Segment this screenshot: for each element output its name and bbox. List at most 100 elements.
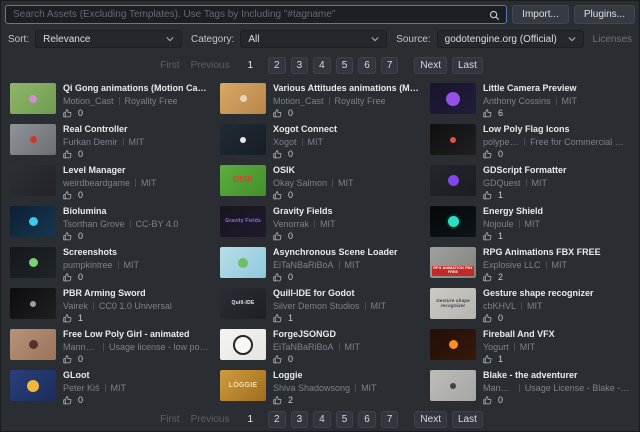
sort-dropdown[interactable]: Relevance [35,30,182,48]
asset-card[interactable]: Quill-IDE Quill-IDE for Godot Silver Dem… [220,287,420,324]
asset-thumbnail[interactable] [10,83,56,114]
asset-meta: Gesture shape recognizer cbKHVL MIT 0 [483,287,594,324]
asset-card[interactable]: Xogot Connect Xogot MIT 0 [220,123,420,160]
asset-card[interactable]: Gesture shape recognizer Gesture shape r… [430,287,630,324]
asset-card[interactable]: Screenshots pumpkintree MIT 0 [10,246,210,283]
search-box[interactable] [5,5,507,24]
asset-title[interactable]: Little Camera Preview [483,83,577,93]
asset-card[interactable]: OSIK OSIK Okay Salmon MIT 0 [220,164,420,201]
pagination-page-button[interactable]: 3 [291,57,309,74]
pagination-page-button[interactable]: 4 [313,411,331,428]
pagination-next-button[interactable]: Next [414,57,447,74]
asset-title[interactable]: OSIK [273,165,354,175]
asset-title[interactable]: Energy Shield [483,206,543,216]
asset-card[interactable]: Free Low Poly Girl - animated Manneko Us… [10,328,210,365]
asset-card[interactable]: Level Manager weirdbeardgame MIT 0 [10,164,210,201]
pagination-page-button[interactable]: 7 [381,411,399,428]
asset-title[interactable]: GDScript Formatter [483,165,567,175]
asset-thumbnail[interactable] [430,370,476,401]
asset-thumbnail[interactable] [430,165,476,196]
asset-thumbnail[interactable] [10,206,56,237]
asset-thumbnail[interactable] [10,288,56,319]
asset-thumbnail[interactable] [10,370,56,401]
pagination-page-button[interactable]: 7 [381,57,399,74]
search-input[interactable] [6,9,506,20]
pagination-page-button[interactable]: 6 [358,57,376,74]
search-icon[interactable] [489,10,500,21]
asset-card[interactable]: Various Attitudes animations (Motion Cas… [220,82,420,119]
asset-title[interactable]: Xogot Connect [273,124,337,134]
asset-title[interactable]: Fireball And VFX [483,329,555,339]
asset-card[interactable]: LÖGGIE Loggie Shiva Shadowsong MIT 2 [220,369,420,406]
asset-card[interactable]: RPG ANIMATION FBX FREE RPG Animations FB… [430,246,630,283]
asset-thumbnail[interactable] [430,124,476,155]
asset-title[interactable]: PBR Arming Sword [63,288,172,298]
licenses-link[interactable]: Licenses [590,34,635,45]
asset-title[interactable]: Free Low Poly Girl - animated [63,329,210,339]
asset-card[interactable]: Real Controller Furkan Demir MIT 0 [10,123,210,160]
asset-thumbnail[interactable] [220,329,266,360]
asset-card[interactable]: Blake - the adventurer Manneko Usage Lic… [430,369,630,406]
asset-thumbnail[interactable] [10,247,56,278]
asset-card[interactable]: Fireball And VFX Yogurt MIT 1 [430,328,630,365]
asset-title[interactable]: Biolumina [63,206,178,216]
asset-title[interactable]: RPG Animations FBX FREE [483,247,601,257]
asset-title[interactable]: Various Attitudes animations (Motion Cas… [273,83,420,93]
pagination-last-button[interactable]: Last [452,57,483,74]
asset-thumbnail[interactable]: OSIK [220,165,266,196]
asset-card[interactable]: PBR Arming Sword Vairek CC0 1.0 Universa… [10,287,210,324]
asset-thumbnail[interactable]: RPG ANIMATION FBX FREE [430,247,476,278]
asset-title[interactable]: Gesture shape recognizer [483,288,594,298]
asset-title[interactable]: Level Manager [63,165,157,175]
plugins-button[interactable]: Plugins... [574,5,635,24]
asset-card[interactable]: Energy Shield Nojoule MIT 1 [430,205,630,242]
pagination-page-button[interactable]: 5 [336,57,354,74]
pagination-page-button[interactable]: 5 [336,411,354,428]
pagination-last-button[interactable]: Last [452,411,483,428]
asset-card[interactable]: Asynchronous Scene Loader EiTaNBaRiBoA M… [220,246,420,283]
asset-title[interactable]: Qi Gong animations (Motion Cast - FREE02… [63,83,210,93]
asset-title[interactable]: Loggie [273,370,377,380]
asset-card[interactable]: GLoot Peter Kiš MIT 0 [10,369,210,406]
asset-thumbnail[interactable] [10,165,56,196]
asset-thumbnail[interactable]: LÖGGIE [220,370,266,401]
asset-title[interactable]: Real Controller [63,124,144,134]
asset-thumbnail[interactable] [430,206,476,237]
pagination-page-button[interactable]: 2 [268,411,286,428]
asset-thumbnail[interactable] [430,329,476,360]
category-dropdown[interactable]: All [240,30,387,48]
asset-card[interactable]: ForgeJSONGD EiTaNBaRiBoA MIT 0 [220,328,420,365]
asset-card[interactable]: Biolumina Tsorthan Grove CC-BY 4.0 0 [10,205,210,242]
asset-thumbnail[interactable]: Quill-IDE [220,288,266,319]
asset-thumbnail[interactable] [430,83,476,114]
asset-title[interactable]: Screenshots [63,247,139,257]
asset-thumbnail[interactable] [220,247,266,278]
asset-title[interactable]: Asynchronous Scene Loader [273,247,398,257]
author-license-divider [123,138,124,146]
asset-license: MIT [124,260,140,270]
asset-thumbnail[interactable] [220,83,266,114]
pagination-page-button[interactable]: 3 [291,411,309,428]
asset-thumbnail[interactable]: Gravity Fields [220,206,266,237]
asset-card[interactable]: GDScript Formatter GDQuest MIT 1 [430,164,630,201]
asset-title[interactable]: Gravity Fields [273,206,336,216]
asset-card[interactable]: Qi Gong animations (Motion Cast - FREE02… [10,82,210,119]
pagination-page-button[interactable]: 2 [268,57,286,74]
pagination-page-button[interactable]: 4 [313,57,331,74]
asset-thumbnail[interactable] [220,124,266,155]
asset-card[interactable]: Little Camera Preview Anthony Cossins MI… [430,82,630,119]
asset-title[interactable]: GLoot [63,370,126,380]
asset-title[interactable]: ForgeJSONGD [273,329,360,339]
asset-thumbnail[interactable]: Gesture shape recognizer [430,288,476,319]
pagination-page-button[interactable]: 6 [358,411,376,428]
source-dropdown[interactable]: godotengine.org (Official) [437,30,584,48]
asset-title[interactable]: Blake - the adventurer [483,370,630,380]
asset-thumbnail[interactable] [10,124,56,155]
asset-thumbnail[interactable] [10,329,56,360]
asset-title[interactable]: Low Poly Flag Icons [483,124,630,134]
asset-card[interactable]: Low Poly Flag Icons polyperfect Free for… [430,123,630,160]
import-button[interactable]: Import... [512,5,569,24]
pagination-next-button[interactable]: Next [414,411,447,428]
asset-title[interactable]: Quill-IDE for Godot [273,288,386,298]
asset-card[interactable]: Gravity Fields Gravity Fields Venorrak M… [220,205,420,242]
